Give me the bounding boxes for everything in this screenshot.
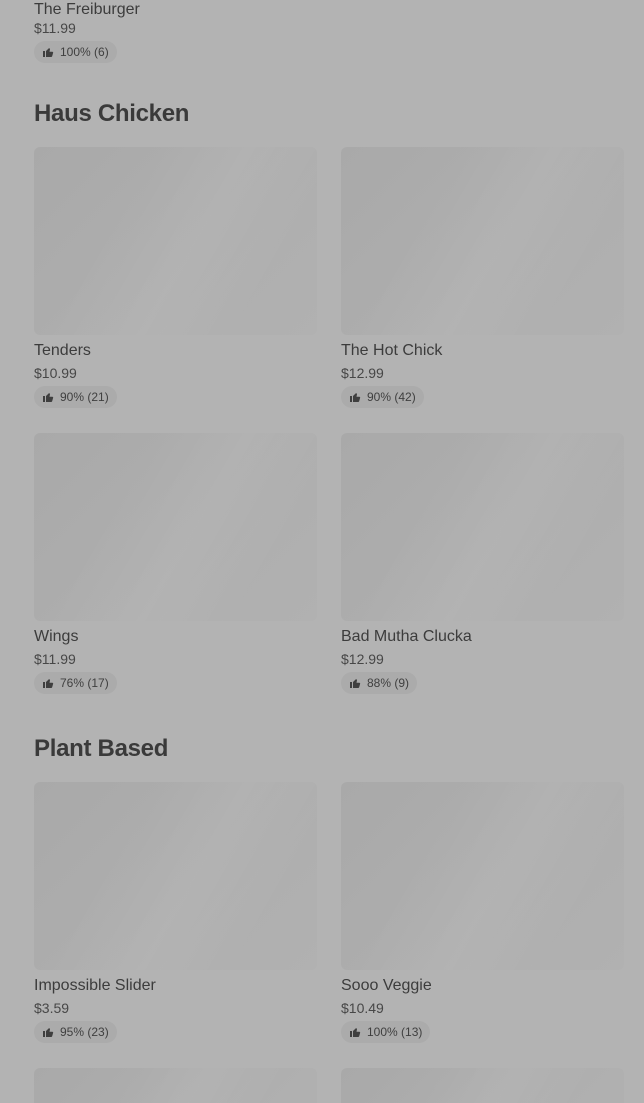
menu-grid: Impossible Slider $3.59 95% (23) Sooo Ve… <box>34 782 624 1043</box>
item-name: Wings <box>34 628 79 645</box>
item-name: The Hot Chick <box>341 342 443 359</box>
item-name: Impossible Slider <box>34 977 156 994</box>
item-price: $10.49 <box>341 1000 384 1016</box>
rating-badge: 100% (13) <box>341 1021 431 1043</box>
item-price: $3.59 <box>34 1000 70 1016</box>
thumbs-up-icon <box>349 391 361 403</box>
item-image <box>34 433 317 621</box>
item-image <box>34 782 317 970</box>
thumbs-up-icon <box>42 677 54 689</box>
item-image <box>34 147 317 335</box>
menu-item-card[interactable]: Tenders $10.99 90% (21) <box>34 147 317 408</box>
rating-text: 100% (6) <box>60 45 109 59</box>
item-image <box>341 433 624 621</box>
rating-text: 100% (13) <box>367 1025 423 1039</box>
item-name: Sooo Veggie <box>341 977 432 994</box>
item-image <box>341 782 624 970</box>
item-name: Tenders <box>34 342 91 359</box>
rating-text: 88% (9) <box>367 676 410 690</box>
menu-grid: Tenders $10.99 90% (21) The Hot Chick $1… <box>34 147 624 694</box>
item-price: $11.99 <box>34 651 76 667</box>
menu-page: The Freiburger $11.99 100% (6) Haus Chic… <box>0 0 644 1103</box>
menu-content: The Freiburger $11.99 100% (6) Haus Chic… <box>34 0 624 1103</box>
item-image <box>341 147 624 335</box>
menu-item-card[interactable]: Bad Mutha Clucka $12.99 88% (9) <box>341 433 624 694</box>
thumbs-up-icon <box>349 1026 361 1038</box>
menu-item-card[interactable] <box>34 1068 317 1103</box>
item-name: The Freiburger <box>34 1 140 18</box>
rating-text: 90% (42) <box>367 390 416 404</box>
menu-item-card[interactable]: Wings $11.99 76% (17) <box>34 433 317 694</box>
rating-text: 95% (23) <box>60 1025 109 1039</box>
menu-item-card[interactable]: The Freiburger $11.99 100% (6) <box>34 0 624 72</box>
rating-badge: 100% (6) <box>34 41 117 63</box>
menu-item-card[interactable]: Sooo Veggie $10.49 100% (13) <box>341 782 624 1043</box>
rating-badge: 90% (21) <box>34 386 117 408</box>
menu-grid <box>34 1068 624 1103</box>
section-title: Plant Based <box>34 735 169 762</box>
rating-badge: 88% (9) <box>341 672 418 694</box>
item-price: $12.99 <box>341 651 384 667</box>
item-price: $10.99 <box>34 365 77 381</box>
menu-item-card[interactable]: The Hot Chick $12.99 90% (42) <box>341 147 624 408</box>
rating-badge: 76% (17) <box>34 672 117 694</box>
menu-item-card[interactable] <box>341 1068 624 1103</box>
item-name: Bad Mutha Clucka <box>341 628 472 645</box>
item-price: $11.99 <box>34 20 76 36</box>
item-price: $12.99 <box>341 365 384 381</box>
rating-text: 76% (17) <box>60 676 109 690</box>
thumbs-up-icon <box>349 677 361 689</box>
menu-item-card[interactable]: Impossible Slider $3.59 95% (23) <box>34 782 317 1043</box>
rating-badge: 90% (42) <box>341 386 424 408</box>
thumbs-up-icon <box>42 1026 54 1038</box>
rating-badge: 95% (23) <box>34 1021 117 1043</box>
rating-text: 90% (21) <box>60 390 109 404</box>
section-title: Haus Chicken <box>34 100 190 127</box>
item-image <box>341 1068 624 1103</box>
item-image <box>34 1068 317 1103</box>
thumbs-up-icon <box>42 391 54 403</box>
thumbs-up-icon <box>42 46 54 58</box>
